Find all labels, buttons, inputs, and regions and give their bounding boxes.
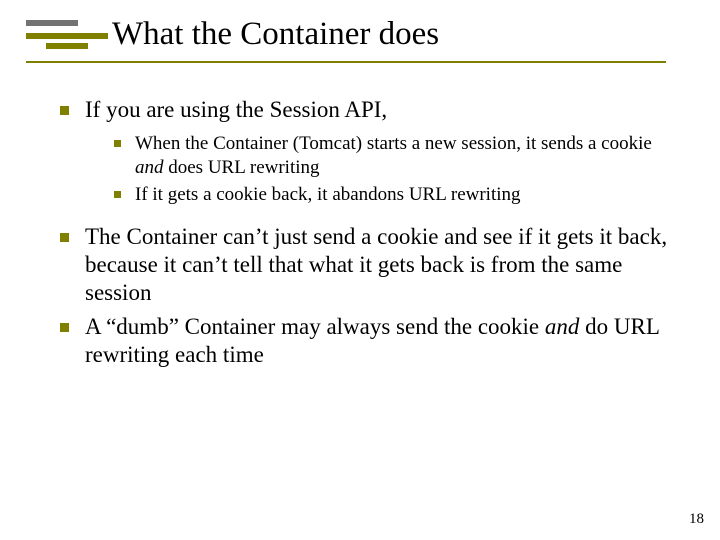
square-bullet-icon — [114, 140, 121, 147]
square-bullet-icon — [114, 191, 121, 198]
slide-title: What the Container does — [112, 16, 439, 53]
bullet-level1: If you are using the Session API, — [60, 96, 670, 124]
bullet-level2: When the Container (Tomcat) starts a new… — [114, 132, 670, 179]
title-decor — [26, 20, 108, 54]
italic-text: and — [135, 157, 164, 178]
bullet-text: If it gets a cookie back, it abandons UR… — [135, 183, 670, 207]
square-bullet-icon — [60, 106, 69, 115]
page-number: 18 — [689, 511, 704, 528]
square-bullet-icon — [60, 233, 69, 242]
square-bullet-icon — [60, 323, 69, 332]
decor-bar-mid-short — [46, 43, 88, 49]
bullet-level2: If it gets a cookie back, it abandons UR… — [114, 183, 670, 207]
slide: What the Container does If you are using… — [0, 0, 720, 540]
bullet-text: When the Container (Tomcat) starts a new… — [135, 132, 670, 179]
decor-bar-top — [26, 20, 78, 26]
bullet-level1: The Container can’t just send a cookie a… — [60, 223, 670, 307]
italic-text: and — [545, 314, 580, 339]
decor-bar-mid-long — [26, 33, 108, 39]
sub-bullet-group: When the Container (Tomcat) starts a new… — [60, 132, 670, 207]
text-run: does URL rewriting — [164, 157, 320, 178]
title-underline — [26, 61, 666, 63]
bullet-level1: A “dumb” Container may always send the c… — [60, 313, 670, 369]
text-run: A “dumb” Container may always send the c… — [85, 314, 545, 339]
bullet-text: A “dumb” Container may always send the c… — [85, 313, 670, 369]
text-run: When the Container (Tomcat) starts a new… — [135, 133, 652, 154]
bullet-text: The Container can’t just send a cookie a… — [85, 223, 670, 307]
slide-content: If you are using the Session API, When t… — [60, 96, 670, 375]
bullet-text: If you are using the Session API, — [85, 96, 670, 124]
